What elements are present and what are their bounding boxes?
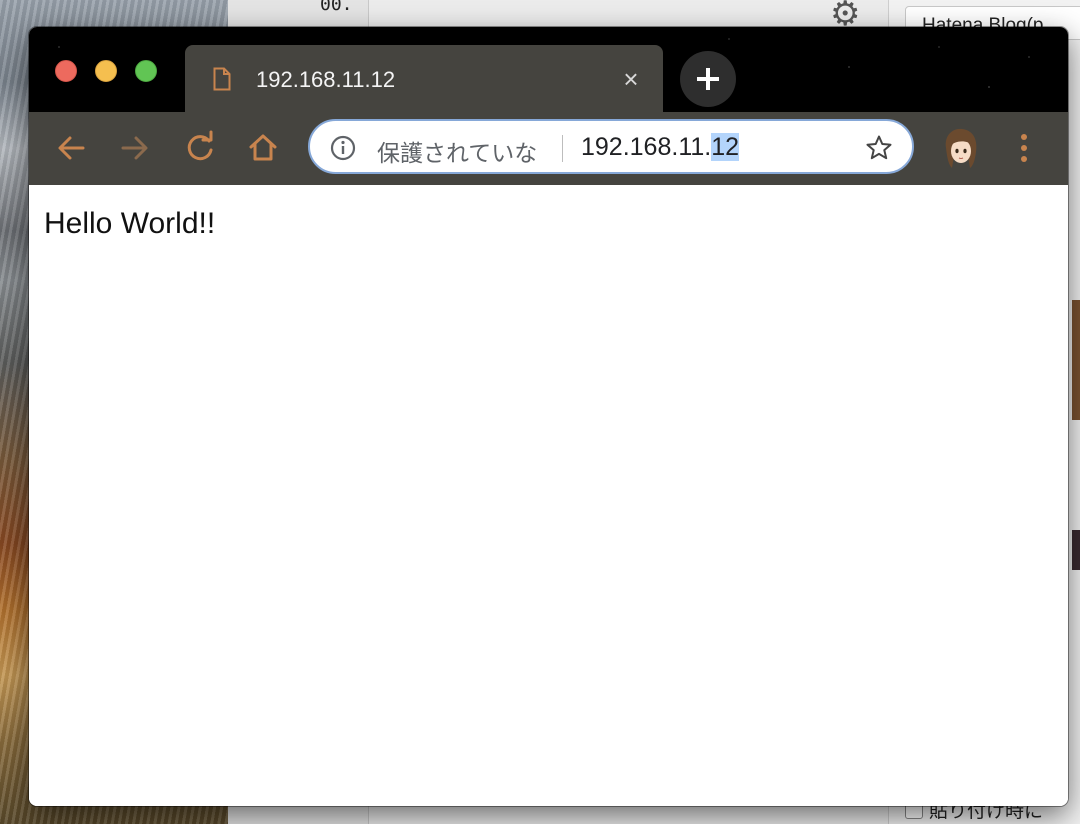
title-bar: 192.168.11.12 × bbox=[29, 27, 1068, 112]
forward-arrow-icon[interactable] bbox=[117, 130, 153, 166]
divider bbox=[562, 135, 563, 162]
tab-title: 192.168.11.12 bbox=[256, 67, 396, 92]
zoom-window-button[interactable] bbox=[135, 60, 157, 82]
background-thumbnail bbox=[1072, 530, 1080, 570]
browser-window: 192.168.11.12 × 保護されていな 192.168.11.12 He… bbox=[29, 27, 1068, 806]
profile-avatar[interactable] bbox=[940, 126, 982, 170]
browser-toolbar: 保護されていな 192.168.11.12 bbox=[29, 112, 1068, 186]
menu-dots-icon[interactable] bbox=[1019, 132, 1029, 164]
plus-icon bbox=[697, 68, 719, 90]
address-bar[interactable]: 保護されていな 192.168.11.12 bbox=[308, 119, 914, 174]
info-icon[interactable] bbox=[330, 135, 356, 161]
bookmark-star-icon[interactable] bbox=[865, 134, 893, 162]
reload-icon[interactable] bbox=[182, 130, 218, 166]
background-thumbnail bbox=[1072, 300, 1080, 420]
minimize-window-button[interactable] bbox=[95, 60, 117, 82]
file-icon bbox=[213, 67, 231, 91]
close-window-button[interactable] bbox=[55, 60, 77, 82]
home-icon[interactable] bbox=[245, 130, 281, 166]
tab-active[interactable]: 192.168.11.12 × bbox=[185, 45, 663, 112]
close-icon[interactable]: × bbox=[615, 63, 647, 95]
security-status-label[interactable]: 保護されていな bbox=[377, 134, 549, 168]
page-content: Hello World!! bbox=[29, 185, 1068, 806]
background-code-text: 00. bbox=[320, 0, 353, 15]
url-text[interactable]: 192.168.11.12 bbox=[581, 133, 740, 162]
back-arrow-icon[interactable] bbox=[53, 130, 89, 166]
new-tab-button[interactable] bbox=[680, 51, 736, 107]
url-text-selection: 12 bbox=[711, 133, 740, 161]
url-text-prefix: 192.168.11. bbox=[581, 133, 712, 161]
page-body-text: Hello World!! bbox=[44, 207, 216, 240]
